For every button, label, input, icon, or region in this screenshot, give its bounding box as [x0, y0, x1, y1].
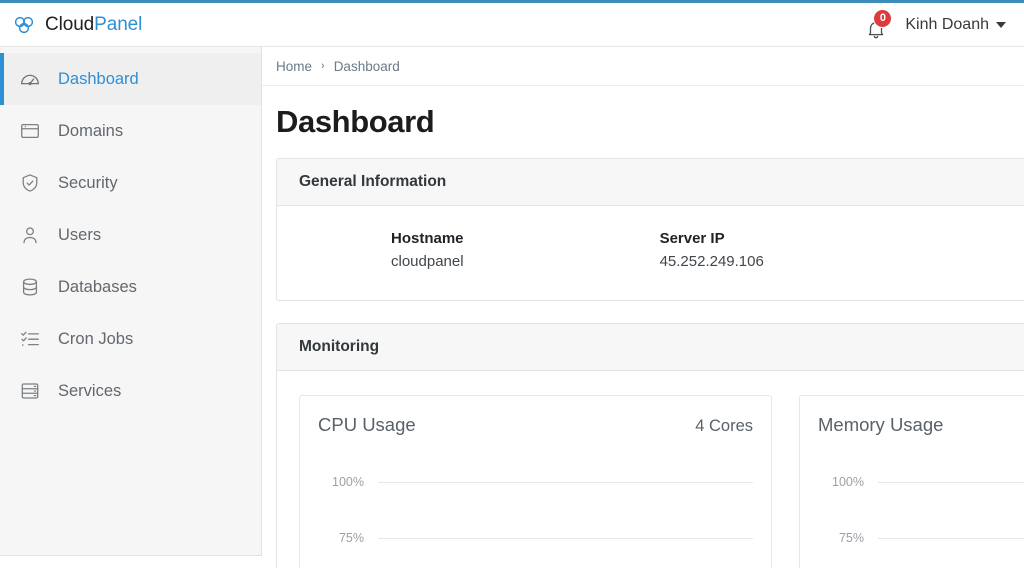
sidebar-item-label: Security: [58, 175, 118, 192]
info-value: cloudpanel: [391, 253, 464, 270]
cpu-cores-label: 4 Cores: [695, 417, 753, 436]
memory-usage-chart: 100% 75%: [822, 454, 1024, 568]
notifications-button[interactable]: 0: [861, 9, 891, 41]
info-value: 45.252.249.106: [660, 253, 764, 270]
sidebar-item-users[interactable]: Users: [0, 209, 261, 261]
y-axis-tick-label: 100%: [822, 475, 878, 489]
server-icon: [18, 379, 42, 403]
user-menu[interactable]: Kinh Doanh: [905, 16, 1006, 34]
info-field-hostname: Hostname cloudpanel: [277, 230, 464, 270]
page-title: Dashboard: [262, 86, 1024, 158]
sidebar: Dashboard Domains Security: [0, 47, 262, 556]
monitoring-panels: CPU Usage 4 Cores 100% 75%: [277, 371, 1024, 568]
monitoring-body: CPU Usage 4 Cores 100% 75%: [277, 371, 1024, 568]
breadcrumb: Home › Dashboard: [262, 47, 1024, 86]
breadcrumb-current: Dashboard: [334, 59, 400, 74]
sidebar-item-label: Databases: [58, 279, 137, 296]
sidebar-item-domains[interactable]: Domains: [0, 105, 261, 157]
shield-icon: [18, 171, 42, 195]
app-root: CloudPanel 0 Kinh Doanh: [0, 0, 1024, 568]
sidebar-item-services[interactable]: Services: [0, 365, 261, 417]
monitoring-card: Monitoring CPU Usage 4 Cores 100%: [276, 323, 1024, 568]
info-field-truncated: [764, 230, 962, 270]
brand-logo-link[interactable]: CloudPanel: [0, 3, 262, 46]
sidebar-item-label: Dashboard: [58, 71, 139, 88]
user-icon: [18, 223, 42, 247]
y-axis-tick-label: 75%: [822, 531, 878, 545]
memory-usage-header: Memory Usage: [818, 414, 1024, 436]
sidebar-item-cron-jobs[interactable]: Cron Jobs: [0, 313, 261, 365]
chart-gridline: [878, 482, 1024, 483]
general-information-grid: Hostname cloudpanel Server IP 45.252.249…: [277, 206, 1024, 300]
chevron-down-icon: [996, 22, 1006, 28]
gauge-icon: [18, 67, 42, 91]
y-axis-tick-label: 75%: [322, 531, 378, 545]
info-label: Server IP: [660, 230, 764, 247]
brand-name-secondary: Panel: [94, 14, 142, 35]
sidebar-item-security[interactable]: Security: [0, 157, 261, 209]
sidebar-item-label: Services: [58, 383, 121, 400]
user-name-label: Kinh Doanh: [905, 16, 989, 34]
sidebar-item-label: Users: [58, 227, 101, 244]
chart-gridline: [878, 538, 1024, 539]
sidebar-item-dashboard[interactable]: Dashboard: [0, 53, 261, 105]
chart-gridline: [378, 482, 753, 483]
cpu-usage-header: CPU Usage 4 Cores: [318, 414, 753, 436]
sidebar-item-label: Domains: [58, 123, 123, 140]
general-information-card: General Information Hostname cloudpanel …: [276, 158, 1024, 301]
breadcrumb-home[interactable]: Home: [276, 59, 312, 74]
database-icon: [18, 275, 42, 299]
cpu-usage-chart: 100% 75%: [322, 454, 753, 568]
chart-gridline-row: 75%: [822, 510, 1024, 566]
memory-usage-panel: Memory Usage 100% 75%: [799, 395, 1024, 568]
info-field-server-ip: Server IP 45.252.249.106: [464, 230, 764, 270]
memory-usage-title: Memory Usage: [818, 414, 943, 436]
chart-gridline-row: 100%: [322, 454, 753, 510]
brand-text: CloudPanel: [45, 14, 142, 36]
checklist-icon: [18, 327, 42, 351]
cpu-usage-title: CPU Usage: [318, 414, 416, 436]
brand-name-primary: Cloud: [45, 14, 94, 35]
cloud-logo-icon: [12, 13, 36, 37]
sidebar-item-label: Cron Jobs: [58, 331, 133, 348]
y-axis-tick-label: 100%: [322, 475, 378, 489]
notification-count-badge: 0: [873, 9, 892, 28]
top-bar-right: 0 Kinh Doanh: [861, 3, 1024, 46]
chart-gridline-row: 75%: [322, 510, 753, 566]
monitoring-heading: Monitoring: [277, 324, 1024, 371]
cpu-usage-panel: CPU Usage 4 Cores 100% 75%: [299, 395, 772, 568]
general-information-heading: General Information: [277, 159, 1024, 206]
main-content: Home › Dashboard Dashboard General Infor…: [262, 47, 1024, 568]
top-bar: CloudPanel 0 Kinh Doanh: [0, 3, 1024, 47]
chart-gridline: [378, 538, 753, 539]
general-information-body: Hostname cloudpanel Server IP 45.252.249…: [277, 206, 1024, 300]
window-icon: [18, 119, 42, 143]
chevron-right-icon: ›: [321, 61, 325, 72]
sidebar-item-databases[interactable]: Databases: [0, 261, 261, 313]
chart-gridline-row: 100%: [822, 454, 1024, 510]
info-label: Hostname: [391, 230, 464, 247]
